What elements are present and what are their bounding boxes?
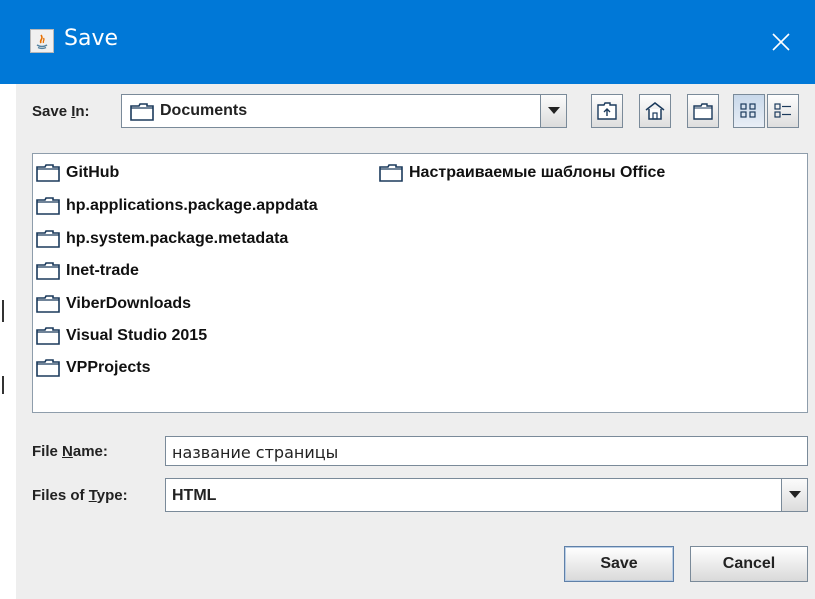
home-icon	[645, 102, 665, 120]
list-item-folder[interactable]: ViberDownloads	[36, 292, 191, 316]
folder-icon	[36, 164, 60, 182]
edge-mark	[2, 376, 4, 394]
list-view-icon	[740, 103, 756, 118]
home-button[interactable]	[639, 94, 671, 128]
folder-icon	[36, 230, 60, 248]
title-bar[interactable]: Save	[0, 0, 815, 84]
folder-name: hp.applications.package.appdata	[66, 197, 318, 214]
new-folder-button[interactable]	[687, 94, 719, 128]
chevron-down-icon	[547, 107, 560, 114]
save-in-label: Save In:	[32, 103, 90, 120]
list-item-folder[interactable]: hp.applications.package.appdata	[36, 194, 318, 218]
folder-name: ViberDownloads	[66, 295, 192, 312]
folder-name: Visual Studio 2015	[66, 327, 208, 344]
list-item-folder[interactable]: hp.system.package.metadata	[36, 227, 288, 251]
folder-name: Настраиваемые шаблоны Office	[409, 164, 666, 181]
up-one-level-button[interactable]	[591, 94, 623, 128]
details-view-icon	[774, 103, 791, 118]
cancel-button[interactable]: Cancel	[690, 546, 808, 582]
file-list[interactable]: GitHub hp.applications.package.appdata h…	[32, 153, 808, 413]
folder-icon	[36, 197, 60, 215]
folder-icon	[130, 103, 154, 121]
file-name-field[interactable]: название страницы	[165, 436, 808, 466]
files-of-type-label: Files of Type:	[32, 487, 128, 504]
save-button[interactable]: Save	[564, 546, 674, 582]
folder-icon	[36, 295, 60, 313]
chevron-down-icon	[788, 491, 801, 498]
window-title: Save	[64, 26, 119, 51]
list-item-folder[interactable]: Visual Studio 2015	[36, 324, 207, 348]
up-one-level-icon	[597, 102, 617, 120]
window-left-margin	[0, 84, 16, 599]
folder-name: hp.system.package.metadata	[66, 230, 289, 247]
files-of-type-dropdown-button[interactable]	[781, 479, 807, 511]
list-item-folder[interactable]: Настраиваемые шаблоны Office	[379, 161, 665, 185]
list-item-folder[interactable]: GitHub	[36, 161, 119, 185]
save-in-value: Documents	[160, 102, 248, 119]
folder-name: Inet-trade	[66, 262, 139, 279]
edge-mark	[2, 300, 4, 322]
close-button[interactable]	[747, 0, 815, 84]
folder-icon	[36, 262, 60, 280]
save-in-dropdown-button[interactable]	[540, 95, 566, 127]
folder-icon	[36, 359, 60, 377]
folder-name: VPProjects	[66, 359, 151, 376]
list-item-folder[interactable]: VPProjects	[36, 356, 150, 380]
java-app-icon	[30, 29, 54, 53]
new-folder-icon	[693, 103, 713, 120]
list-view-button[interactable]	[733, 94, 765, 128]
list-item-folder[interactable]: Inet-trade	[36, 259, 139, 283]
save-in-combo[interactable]: Documents	[121, 94, 567, 128]
file-name-value: название страницы	[172, 443, 339, 462]
close-icon	[772, 33, 790, 51]
folder-icon	[36, 327, 60, 345]
files-of-type-combo[interactable]: HTML	[165, 478, 808, 512]
files-of-type-value: HTML	[172, 487, 217, 504]
folder-icon	[379, 164, 403, 182]
details-view-button[interactable]	[767, 94, 799, 128]
folder-name: GitHub	[66, 164, 120, 181]
file-name-label: File Name:	[32, 443, 108, 460]
